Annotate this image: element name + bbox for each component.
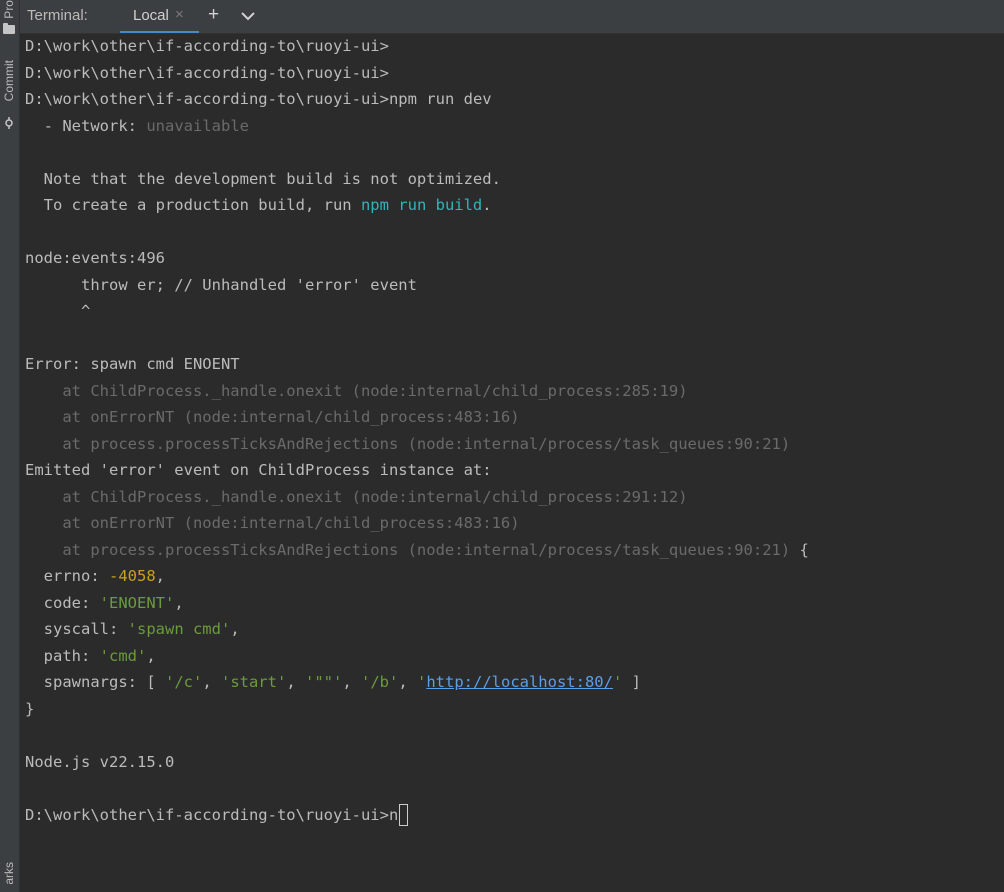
output-line: ^ xyxy=(25,302,91,320)
plus-icon[interactable]: + xyxy=(208,4,219,26)
stack-frame: at onErrorNT (node:internal/child_proces… xyxy=(25,514,520,532)
output-line: D:\work\other\if-according-to\ruoyi-ui> xyxy=(25,37,389,55)
bookmarks-tool-button[interactable]: arks xyxy=(2,862,17,885)
close-icon[interactable]: × xyxy=(175,6,184,23)
network-status: unavailable xyxy=(146,116,249,135)
build-command: npm run build xyxy=(360,196,483,214)
errno-value: -4058 xyxy=(109,567,156,585)
stack-frame: at process.processTicksAndRejections (no… xyxy=(25,540,809,559)
commit-tool-button[interactable]: Commit xyxy=(2,60,17,101)
output-line: D:\work\other\if-according-to\ruoyi-ui>n… xyxy=(25,90,492,108)
command-text: npm run dev xyxy=(388,90,492,108)
stack-frame: at ChildProcess._handle.onexit (node:int… xyxy=(25,487,688,506)
terminal-output[interactable]: D:\work\other\if-according-to\ruoyi-ui> … xyxy=(25,33,1000,828)
folder-icon xyxy=(3,23,15,34)
output-line: To create a production build, run npm ru… xyxy=(25,196,492,214)
text-cursor xyxy=(399,804,409,826)
tab-local-label: Local xyxy=(133,7,169,24)
stack-frame: at onErrorNT (node:internal/child_proces… xyxy=(25,408,520,426)
terminal-window: Pro Commit arks Terminal: Local × + D:\w… xyxy=(0,0,1004,892)
output-line: Note that the development build is not o… xyxy=(25,169,501,188)
localhost-link[interactable]: http://localhost:80/ xyxy=(426,673,613,691)
output-line: errno: -4058, xyxy=(25,567,166,585)
commit-tool-label: Commit xyxy=(2,60,16,102)
project-tool-button[interactable]: Pro xyxy=(2,0,17,19)
output-line: - Network: unavailable xyxy=(25,116,249,135)
output-line: node:events:496 xyxy=(25,249,165,267)
typed-input: n xyxy=(388,805,399,824)
output-line: Node.js v22.15.0 xyxy=(25,752,175,771)
output-line: } xyxy=(25,699,35,718)
error-line: Error: spawn cmd ENOENT xyxy=(25,355,240,373)
output-line: D:\work\other\if-according-to\ruoyi-ui> xyxy=(25,63,389,82)
project-tool-label: Pro xyxy=(2,0,16,19)
terminal-title: Terminal: xyxy=(27,7,88,24)
bookmarks-tool-label: arks xyxy=(2,862,16,885)
tab-local[interactable]: Local × xyxy=(120,0,199,33)
code-value: 'ENOENT' xyxy=(99,593,175,612)
commit-icon xyxy=(5,117,13,129)
output-line: syscall: 'spawn cmd', xyxy=(25,620,240,638)
stack-frame: at process.processTicksAndRejections (no… xyxy=(25,434,791,453)
output-line: Emitted 'error' event on ChildProcess in… xyxy=(25,461,492,479)
path-value: 'cmd' xyxy=(99,646,147,665)
terminal-header: Terminal: Local × + xyxy=(20,0,1004,34)
output-line: path: 'cmd', xyxy=(25,646,156,665)
output-line: code: 'ENOENT', xyxy=(25,593,184,612)
prompt-line[interactable]: D:\work\other\if-according-to\ruoyi-ui>n xyxy=(25,802,1000,829)
output-line: throw er; // Unhandled 'error' event xyxy=(25,275,417,294)
chevron-down-icon[interactable] xyxy=(240,9,256,23)
syscall-value: 'spawn cmd' xyxy=(127,620,231,638)
output-line: spawnargs: [ '/c', 'start', '""', '/b', … xyxy=(25,673,641,691)
left-tool-stripe: Pro Commit arks xyxy=(0,0,20,892)
stack-frame: at ChildProcess._handle.onexit (node:int… xyxy=(25,381,688,400)
